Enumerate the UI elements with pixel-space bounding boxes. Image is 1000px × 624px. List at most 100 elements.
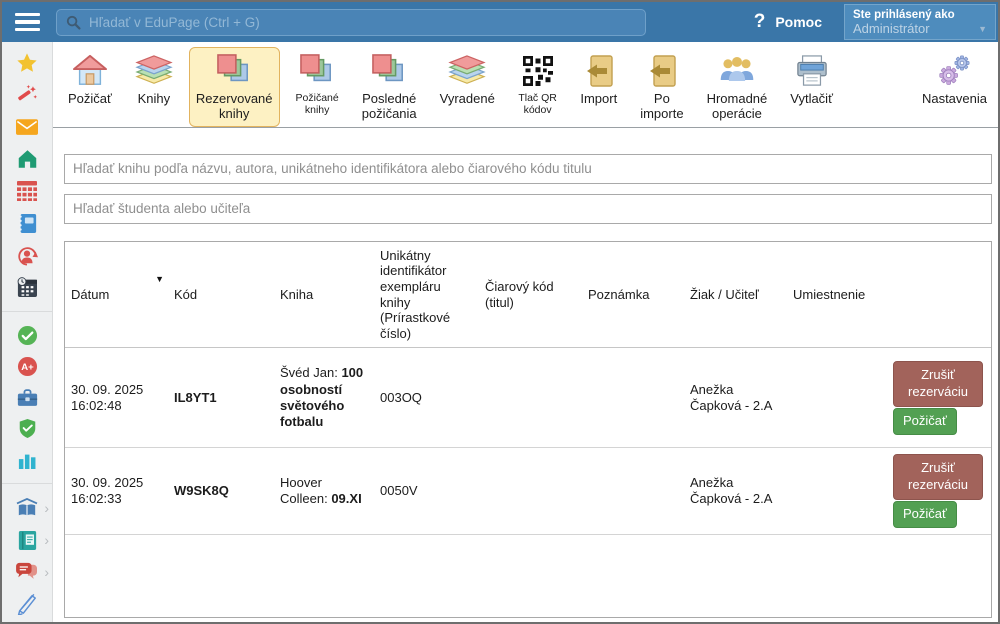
- cell-person: Anežka Čapková - 2.A: [684, 448, 787, 535]
- column-header-ciarovy-kod[interactable]: Čiarový kód (titul): [479, 242, 582, 348]
- cell-note: [582, 348, 684, 448]
- toolbar-item-vyradene[interactable]: Vyradené: [433, 47, 502, 112]
- timetable-icon: [17, 181, 37, 201]
- cell-code: IL8YT1: [168, 348, 274, 448]
- reservations-table: Dátum ▼ Kód Kniha Unikátny identifikátor…: [64, 241, 992, 618]
- sidebar-item-signature[interactable]: [2, 588, 52, 620]
- logged-in-user-name: Administrátor: [853, 21, 930, 36]
- attendance-check-icon: [17, 325, 38, 346]
- cell-book: Hoover Colleen: 09.XI: [274, 448, 374, 535]
- toolbar-item-hromadne-operacie[interactable]: Hromadné operácie: [700, 47, 775, 127]
- toolbar-label: Import: [580, 92, 617, 107]
- borrow-house-icon: [71, 52, 109, 90]
- sidebar-item-attendance[interactable]: [2, 320, 52, 351]
- toolbar-label: Po importe: [640, 92, 683, 122]
- hamburger-menu-icon[interactable]: [2, 13, 52, 32]
- sidebar-item-favorites[interactable]: [2, 47, 52, 79]
- column-header-umiestnenie[interactable]: Umiestnenie: [787, 242, 887, 348]
- grades-icon: A+: [17, 356, 38, 377]
- cell-actions: Zrušiť rezerváciu Požičať: [887, 348, 991, 448]
- question-mark-icon: ?: [754, 11, 766, 33]
- chevron-right-icon: ›: [44, 533, 49, 547]
- toolbar-item-posledne-pozicania[interactable]: Posledné požičania: [355, 47, 424, 127]
- grades-badge-text: A+: [21, 362, 34, 373]
- briefcase-icon: [17, 389, 38, 407]
- module-sidebar: A+ › › ›: [2, 42, 53, 622]
- borrow-button[interactable]: Požičať: [893, 501, 957, 528]
- chevron-right-icon: ›: [44, 565, 49, 579]
- sidebar-item-security[interactable]: [2, 413, 52, 444]
- cancel-reservation-button[interactable]: Zrušiť rezerváciu: [893, 361, 983, 407]
- library-icon: [15, 498, 39, 518]
- toolbar-item-rezervovane-knihy[interactable]: Rezervované knihy: [189, 47, 280, 127]
- recent-loans-icon: [370, 52, 408, 90]
- toolbar-item-vytlacit[interactable]: Vytlačiť: [783, 47, 840, 112]
- cell-code: W9SK8Q: [168, 448, 274, 535]
- cell-location: [787, 448, 887, 535]
- toolbar-item-knihy[interactable]: Knihy: [128, 47, 180, 112]
- sidebar-item-statistics[interactable]: [2, 444, 52, 475]
- toolbar-label: Hromadné operácie: [707, 92, 768, 122]
- toolbar-label: Nastavenia: [922, 92, 987, 107]
- notebook-icon: [18, 213, 37, 234]
- sidebar-item-classbook[interactable]: [2, 207, 52, 239]
- sidebar-item-wizard[interactable]: [2, 79, 52, 111]
- cell-book: Švéd Jan: 100 osobností světového fotbal…: [274, 348, 374, 448]
- toolbar-item-pozicane-knihy[interactable]: Požičané knihy: [289, 47, 346, 121]
- toolbar-label: Rezervované knihy: [196, 92, 273, 122]
- column-header-kniha[interactable]: Kniha: [274, 242, 374, 348]
- column-header-poznamka[interactable]: Poznámka: [582, 242, 684, 348]
- sidebar-item-teacher[interactable]: [2, 239, 52, 271]
- sidebar-item-elearning[interactable]: ›: [2, 524, 52, 556]
- toolbar-item-po-importe[interactable]: Po importe: [633, 47, 690, 127]
- toolbar-item-pozicat[interactable]: Požičať: [61, 47, 119, 112]
- signature-pen-icon: [16, 593, 38, 615]
- elearning-icon: [18, 530, 37, 551]
- global-search-placeholder: Hľadať v EduPage (Ctrl + G): [89, 15, 260, 30]
- toolbar-label: Tlač QR kódov: [518, 92, 558, 116]
- sidebar-item-grades[interactable]: A+: [2, 351, 52, 382]
- global-search-input[interactable]: Hľadať v EduPage (Ctrl + G): [56, 9, 646, 36]
- column-header-identifikator[interactable]: Unikátny identifikátor exempláru knihy (…: [374, 242, 479, 348]
- search-icon: [66, 15, 81, 30]
- library-toolbar: Požičať Knihy Rezervované knihy: [53, 42, 998, 128]
- column-header-kod[interactable]: Kód: [168, 242, 274, 348]
- sidebar-item-home[interactable]: [2, 143, 52, 175]
- sidebar-item-calendar[interactable]: [2, 271, 52, 303]
- import-icon: [584, 52, 614, 90]
- sidebar-item-messages-mail[interactable]: [2, 111, 52, 143]
- sidebar-item-communication[interactable]: ›: [2, 556, 52, 588]
- column-header-ziak-ucitel[interactable]: Žiak / Učiteľ: [684, 242, 787, 348]
- calendar-clock-icon: [17, 277, 37, 297]
- print-icon: [795, 52, 829, 90]
- book-search-input[interactable]: [64, 154, 992, 184]
- logged-in-prefix: Ste prihlásený ako: [853, 9, 987, 21]
- toolbar-item-nastavenia[interactable]: Nastavenia: [915, 47, 994, 112]
- help-button[interactable]: ? Pomoc: [754, 11, 822, 33]
- magic-wand-icon: [16, 84, 38, 106]
- discarded-stack-icon: [448, 52, 486, 90]
- toolbar-label: Knihy: [138, 92, 171, 107]
- toolbar-item-import[interactable]: Import: [573, 47, 624, 112]
- shield-check-icon: [18, 418, 37, 439]
- table-header-row: Dátum ▼ Kód Kniha Unikátny identifikátor…: [65, 242, 991, 348]
- sidebar-item-agenda[interactable]: [2, 382, 52, 413]
- star-icon: [16, 52, 38, 74]
- toolbar-item-tlac-qr-kodov[interactable]: Tlač QR kódov: [511, 47, 565, 121]
- chevron-right-icon: ›: [44, 501, 49, 515]
- cell-person: Anežka Čapková - 2.A: [684, 348, 787, 448]
- table-row: 30. 09. 2025 16:02:48 IL8YT1 Švéd Jan: 1…: [65, 348, 991, 448]
- caret-down-icon: ▼: [978, 24, 987, 34]
- cell-copy-id: 003OQ: [374, 348, 479, 448]
- sidebar-item-library[interactable]: ›: [2, 492, 52, 524]
- sidebar-item-timetable[interactable]: [2, 175, 52, 207]
- column-header-actions: [887, 242, 991, 348]
- cancel-reservation-button[interactable]: Zrušiť rezerváciu: [893, 454, 983, 500]
- student-search-input[interactable]: [64, 194, 992, 224]
- logged-in-user-dropdown[interactable]: Ste prihlásený ako Administrátor ▼: [844, 4, 996, 40]
- cell-barcode: [479, 448, 582, 535]
- toolbar-label: Vyradené: [440, 92, 495, 107]
- column-header-datum[interactable]: Dátum ▼: [65, 242, 168, 348]
- cell-location: [787, 348, 887, 448]
- borrow-button[interactable]: Požičať: [893, 408, 957, 435]
